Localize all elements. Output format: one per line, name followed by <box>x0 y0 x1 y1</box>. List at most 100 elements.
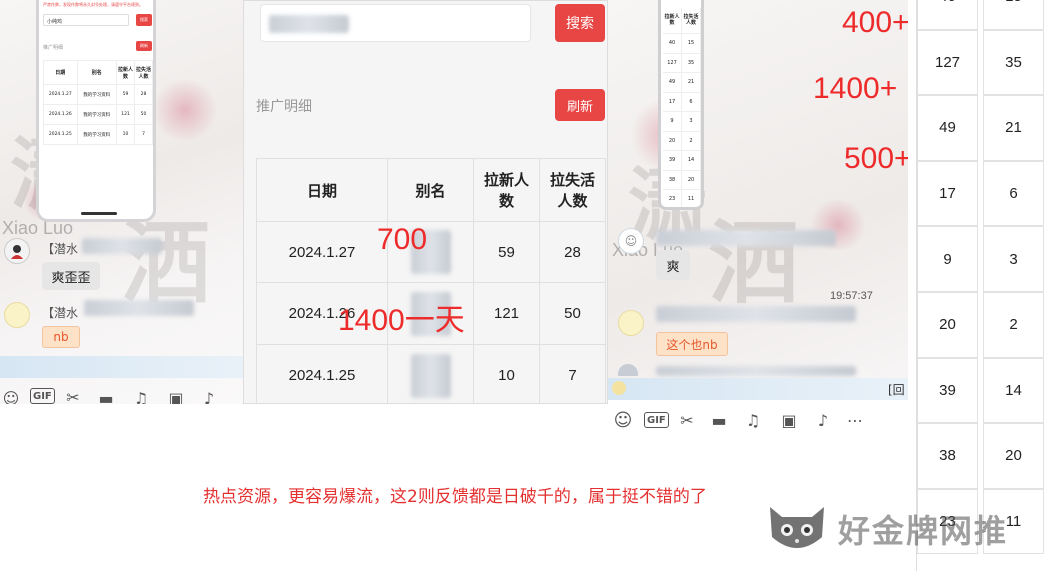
cell-new: 39 <box>917 357 978 424</box>
phone-notice: 严禁作弊，发现作弊将永久封号处理，请遵守平台规则。 <box>43 2 143 7</box>
message-timestamp: 19:57:37 <box>830 290 873 302</box>
right-phone-cell: 9 <box>663 112 682 131</box>
cell-alias <box>387 344 474 403</box>
cell-lost: 35 <box>983 29 1044 96</box>
gif-icon[interactable]: GIF <box>644 412 669 428</box>
folder-icon[interactable]: ▬ <box>95 388 117 405</box>
sender-name-blur <box>84 300 194 316</box>
right-phone-cell: 2 <box>682 131 701 150</box>
cell-new: 40 <box>917 0 978 30</box>
annotation-700: 700 <box>377 223 428 256</box>
phone-cell: 2024.1.27 <box>43 84 78 105</box>
table-row: 2024.1.25 10 7 <box>256 344 606 403</box>
right-phone-cell: 23 <box>663 190 682 207</box>
phone-th-new: 拉新人数 <box>116 60 135 85</box>
chat-message[interactable]: 爽 <box>656 250 690 280</box>
right-phone-cell: 127 <box>663 53 682 72</box>
cell-lost: 14 <box>983 357 1044 424</box>
far-right-table: 401512735492117693202391438202311 <box>916 0 1048 571</box>
image-icon[interactable]: ▣ <box>778 410 800 430</box>
folder-icon[interactable]: ▬ <box>708 410 730 430</box>
right-phone-cell: 15 <box>682 34 701 53</box>
image-icon[interactable]: ▣ <box>165 388 187 405</box>
phone-th-lost: 拉失活人数 <box>134 60 153 85</box>
avatar[interactable] <box>618 364 638 376</box>
cell-lost: 15 <box>983 0 1044 30</box>
right-phone-cell: 6 <box>682 92 701 111</box>
cell-new: 59 <box>473 221 540 283</box>
phone-refresh-button[interactable]: 刷新 <box>136 41 152 51</box>
brand-watermark: 好金牌网推 <box>838 512 1009 550</box>
emoji-icon[interactable]: ☺ <box>0 388 22 405</box>
cell-lost: 2 <box>983 292 1044 358</box>
caption: 热点资源，更容易爆流，这2则反馈都是日破千的，属于挺不错的了 <box>203 487 707 507</box>
phone-table-row: 2024.1.26 我的学习资料 121 50 <box>43 104 153 125</box>
phone-home-bar <box>81 212 117 215</box>
cell-new: 17 <box>917 160 978 227</box>
avatar[interactable] <box>4 302 30 328</box>
right-phone-cell: 20 <box>663 131 682 150</box>
right-phone-th: 拉失活人数 <box>682 8 701 33</box>
avatar[interactable] <box>618 310 644 336</box>
annotation-500-plus: 500+ <box>844 142 908 175</box>
phone-cell: 28 <box>134 84 153 105</box>
right-phone-row: 49 21 <box>663 73 701 93</box>
avatar[interactable] <box>4 238 30 264</box>
music-icon[interactable]: ♫ <box>130 388 152 405</box>
music-icon[interactable]: ♫ <box>742 410 764 430</box>
phone-search-input[interactable]: 小纯鸡 <box>43 14 129 26</box>
phone-cell: 10 <box>116 124 135 145</box>
th-alias: 别名 <box>387 158 474 222</box>
right-phone-table: 拉新人数 拉失活人数 40 15 127 35 49 21 17 6 9 3 20 2 39 14 38 20 23… <box>663 8 701 207</box>
cell-lost: 7 <box>539 344 606 403</box>
phone-th-alias: 别名 <box>76 60 118 85</box>
phone-table-row: 2024.1.27 我的学习资料 59 28 <box>43 84 153 105</box>
phone-cell: 2024.1.26 <box>43 104 78 125</box>
right-phone-header: 拉新人数 拉失活人数 <box>663 8 701 34</box>
scissors-icon[interactable]: ✂ <box>676 410 698 430</box>
table-row: 2024.1.27 59 28 <box>256 221 606 283</box>
phone-cell: 59 <box>116 84 135 105</box>
emoji-icon[interactable]: ☺ <box>612 410 634 431</box>
sender-name-blur <box>82 238 162 254</box>
right-phone-row: 127 35 <box>663 53 701 73</box>
phone-search-button[interactable]: 搜索 <box>136 14 152 26</box>
cell-date: 2024.1.25 <box>256 344 388 403</box>
th-lost: 拉失活人数 <box>539 158 606 222</box>
avatar[interactable]: ☺ <box>618 228 644 254</box>
right-phone-cell: 21 <box>682 73 701 92</box>
brand-logo <box>762 497 832 557</box>
bell-off-icon[interactable]: ♪ <box>198 388 220 405</box>
chat-message[interactable]: 爽歪歪 <box>42 262 100 290</box>
more-icon[interactable]: ⋯ <box>844 410 866 430</box>
reply-close-icon[interactable] <box>612 381 626 395</box>
reply-preview-blur <box>656 366 856 376</box>
right-phone-cell: 3 <box>682 112 701 131</box>
annotation-1400-plus: 1400+ <box>813 72 898 105</box>
bell-off-icon[interactable]: ♪ <box>812 410 834 430</box>
th-date: 日期 <box>256 158 388 222</box>
scissors-icon[interactable]: ✂ <box>62 388 84 404</box>
right-phone-th: 拉新人数 <box>663 8 682 33</box>
reply-bar: [回复 <box>608 378 908 414</box>
annotation-1400-per-day: 1400一天 <box>338 304 465 337</box>
phone-cell: 我的学习资料 <box>76 104 118 125</box>
section-title: 推广明细 <box>256 99 312 115</box>
cell-new: 121 <box>473 282 540 345</box>
chat-message[interactable]: 这个也nb <box>656 332 728 356</box>
right-phone-frame: 拉新人数 拉失活人数 40 15 127 35 49 21 17 6 9 3 20 2 39 14 38 20 23… <box>658 0 704 210</box>
sender-name-blur <box>656 306 856 322</box>
search-input[interactable] <box>260 4 531 42</box>
right-phone-cell: 11 <box>682 190 701 207</box>
right-phone-cell: 17 <box>663 92 682 111</box>
phone-cell: 我的学习资料 <box>76 124 118 145</box>
right-phone-row: 20 2 <box>663 131 701 151</box>
gif-icon[interactable]: GIF <box>30 388 55 404</box>
phone-section-title: 推广明细 <box>43 45 64 51</box>
search-button[interactable]: 搜索 <box>555 4 605 42</box>
right-phone-row: 23 11 <box>663 190 701 207</box>
refresh-button[interactable]: 刷新 <box>555 89 605 121</box>
chat-message[interactable]: nb <box>42 326 80 348</box>
reply-bar <box>0 356 243 378</box>
cell-new: 20 <box>917 292 978 358</box>
